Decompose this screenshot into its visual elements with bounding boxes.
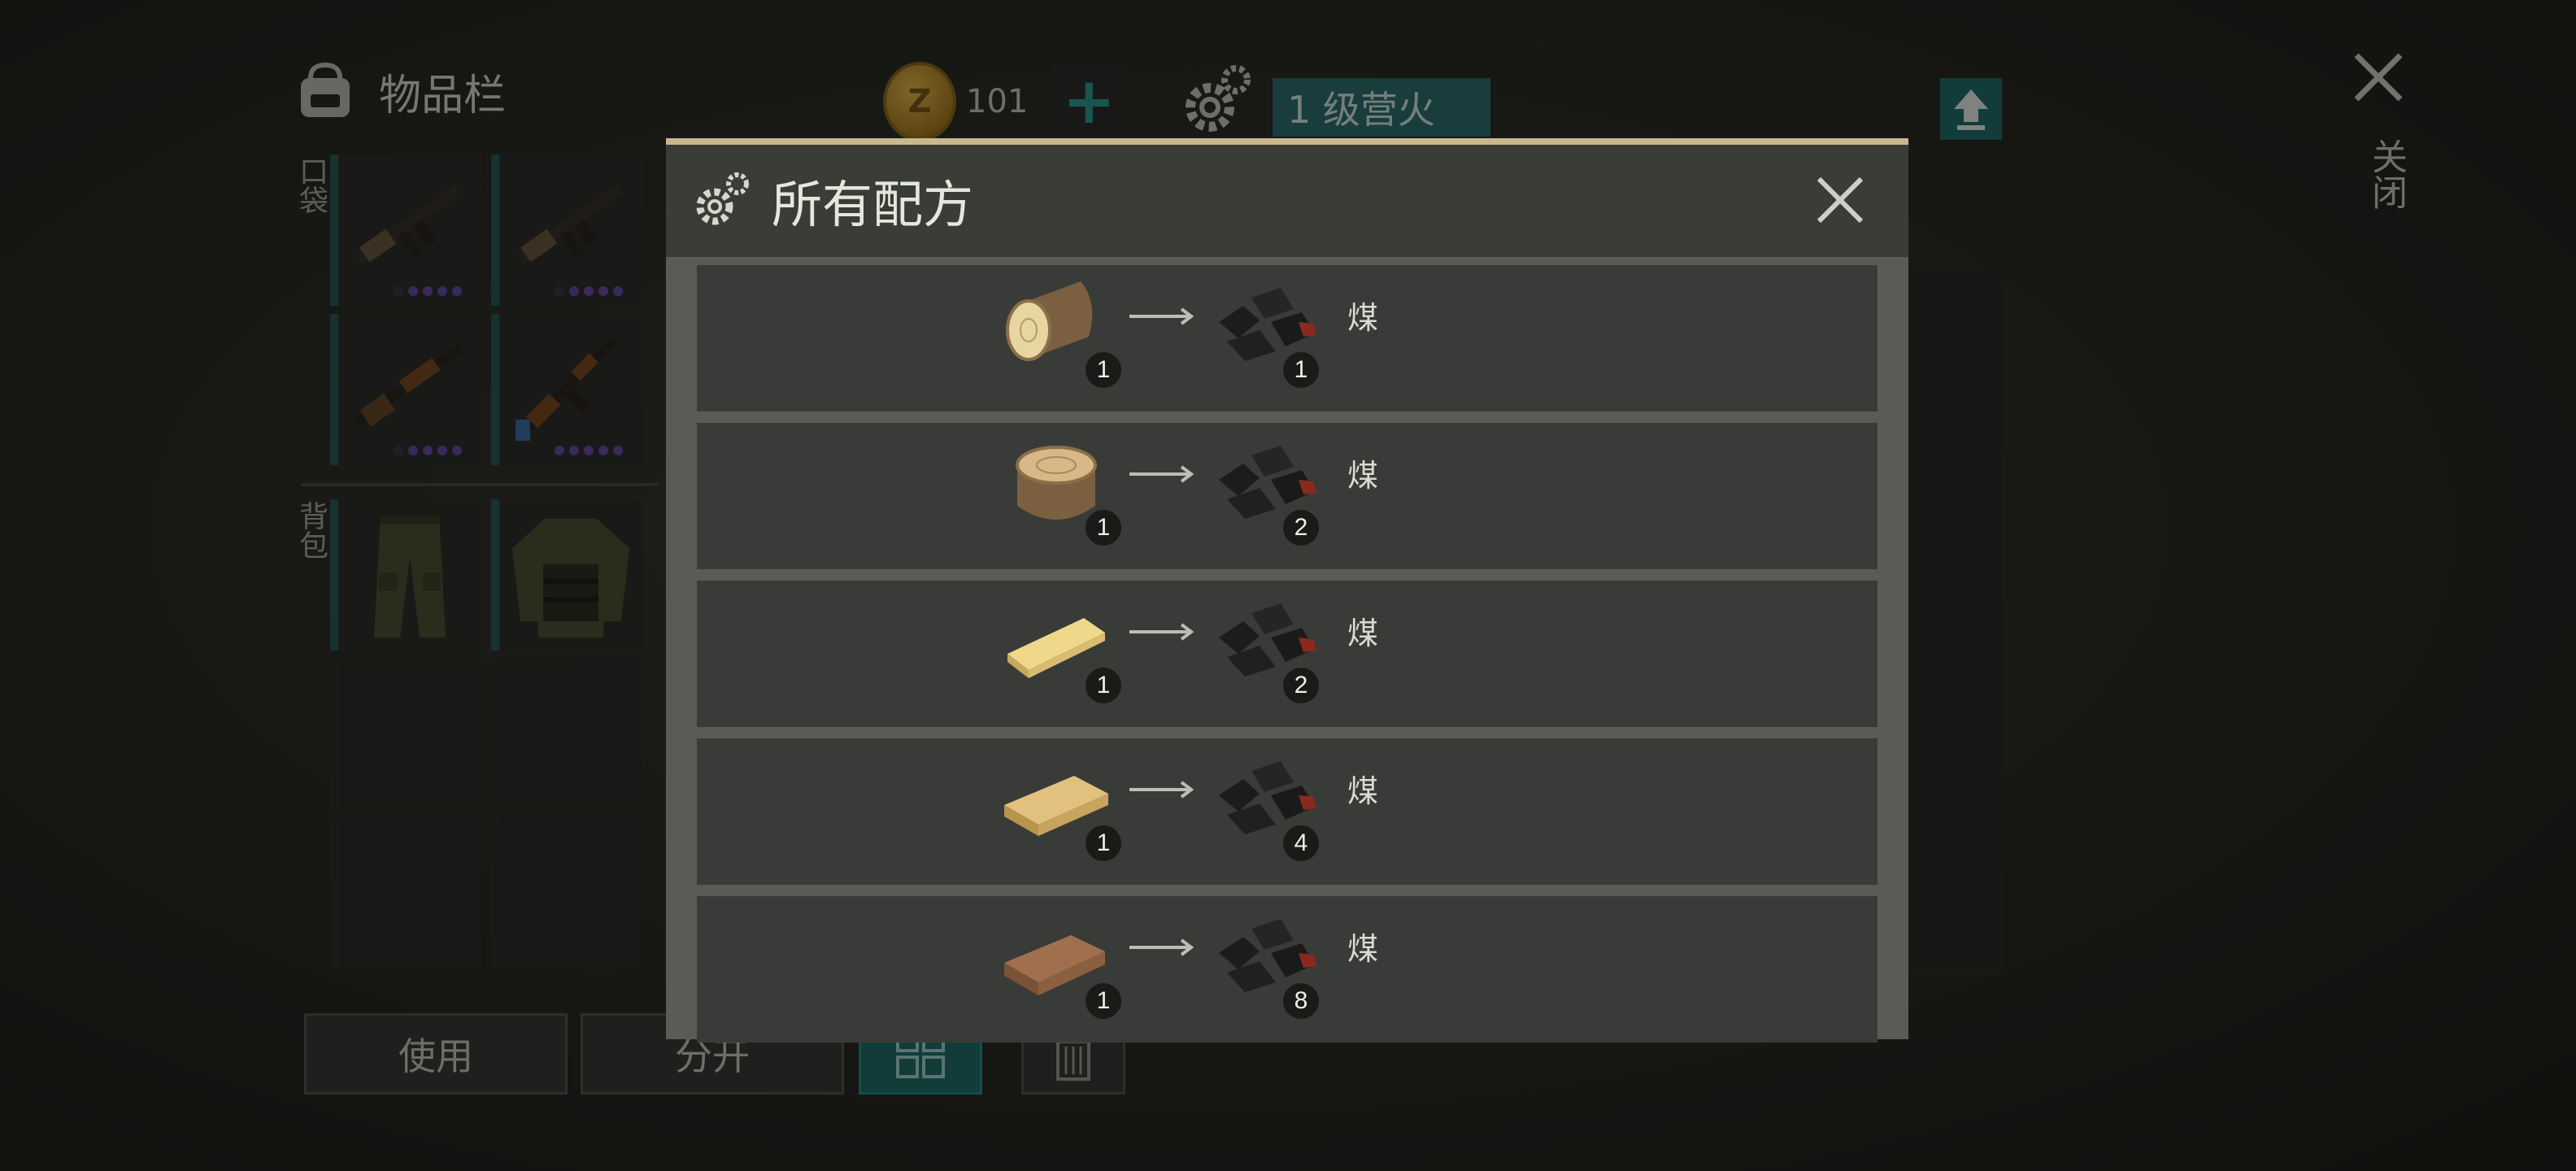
inventory-slot[interactable] bbox=[330, 659, 481, 810]
arrow-icon bbox=[1129, 938, 1194, 956]
output-name: 煤 bbox=[1347, 300, 1379, 336]
coin-count: 101 bbox=[966, 83, 1029, 120]
output-quantity: 1 bbox=[1281, 350, 1321, 390]
campfire-level-selector[interactable]: 1 级营火 bbox=[1273, 78, 1490, 137]
inventory-slot[interactable] bbox=[491, 818, 642, 969]
gears-icon bbox=[696, 172, 749, 225]
output-quantity: 2 bbox=[1281, 507, 1321, 548]
arrow-icon bbox=[1129, 307, 1194, 325]
plus-icon: + bbox=[1062, 65, 1116, 138]
recipe-list: 1 1 煤 1 2 煤 1 2 煤 1 4 煤 1 8 煤 bbox=[666, 257, 1908, 1043]
inventory-slot[interactable] bbox=[491, 314, 642, 465]
inventory-header: 物品栏 bbox=[293, 59, 506, 124]
transfer-up-button[interactable] bbox=[1940, 78, 2002, 140]
input-quantity: 1 bbox=[1083, 823, 1124, 864]
inventory-slot[interactable] bbox=[330, 314, 481, 465]
rifle-icon bbox=[516, 184, 624, 263]
backpack-label: 背包 bbox=[294, 501, 328, 559]
inventory-slot[interactable] bbox=[330, 155, 481, 306]
gears-icon bbox=[1186, 65, 1251, 132]
recipe-row[interactable]: 1 1 煤 bbox=[697, 265, 1878, 411]
arrow-icon bbox=[1129, 623, 1194, 641]
ak-icon bbox=[516, 337, 617, 441]
inventory-slot[interactable] bbox=[491, 155, 642, 306]
jacket-icon bbox=[512, 519, 629, 638]
rarity-dots bbox=[555, 446, 623, 455]
inventory-title: 物品栏 bbox=[379, 71, 507, 120]
input-quantity: 1 bbox=[1083, 507, 1124, 548]
input-quantity: 1 bbox=[1083, 350, 1124, 390]
recipe-row[interactable]: 1 2 煤 bbox=[697, 423, 1878, 569]
output-name: 煤 bbox=[1347, 931, 1379, 967]
input-quantity: 1 bbox=[1083, 981, 1124, 1021]
rarity-dots bbox=[394, 446, 462, 455]
recipe-row[interactable]: 1 4 煤 bbox=[697, 738, 1878, 885]
add-coins-button[interactable]: + bbox=[1052, 65, 1126, 138]
recipe-row[interactable]: 1 8 煤 bbox=[697, 896, 1878, 1043]
pants-icon bbox=[374, 516, 446, 638]
recipe-row[interactable]: 1 2 煤 bbox=[697, 581, 1878, 727]
upload-icon bbox=[1954, 89, 1988, 130]
recipes-modal: 所有配方 1 1 煤 1 2 煤 1 2 煤 1 4 煤 1 8 煤 bbox=[666, 138, 1908, 1043]
inventory-slot[interactable] bbox=[330, 818, 481, 969]
modal-title: 所有配方 bbox=[772, 175, 974, 234]
arrow-icon bbox=[1129, 781, 1194, 799]
output-quantity: 2 bbox=[1281, 665, 1321, 706]
inventory-slot[interactable] bbox=[491, 659, 642, 810]
output-name: 煤 bbox=[1347, 616, 1379, 651]
rifle-icon bbox=[355, 184, 463, 263]
section-divider bbox=[301, 483, 659, 486]
arrow-icon bbox=[1129, 465, 1194, 483]
backpack-icon bbox=[301, 62, 350, 117]
close-label: 关闭 bbox=[2365, 138, 2407, 210]
close-icon[interactable] bbox=[1814, 174, 1866, 226]
inventory-slot[interactable] bbox=[330, 499, 481, 651]
rarity-dots bbox=[394, 286, 462, 296]
shotgun-icon bbox=[354, 343, 464, 427]
output-quantity: 4 bbox=[1281, 823, 1321, 864]
output-name: 煤 bbox=[1347, 773, 1379, 809]
pockets-label: 口袋 bbox=[294, 156, 328, 215]
output-name: 煤 bbox=[1347, 458, 1379, 494]
output-quantity: 8 bbox=[1281, 981, 1321, 1021]
modal-header: 所有配方 bbox=[666, 145, 1908, 255]
rarity-dots bbox=[555, 286, 623, 296]
coin-icon: Z bbox=[883, 62, 956, 141]
currency-display: Z 101 + bbox=[883, 62, 1126, 141]
use-button[interactable]: 使用 bbox=[304, 1013, 568, 1095]
close-icon[interactable] bbox=[2350, 49, 2407, 106]
input-quantity: 1 bbox=[1083, 665, 1124, 706]
inventory-slot[interactable] bbox=[491, 499, 642, 651]
